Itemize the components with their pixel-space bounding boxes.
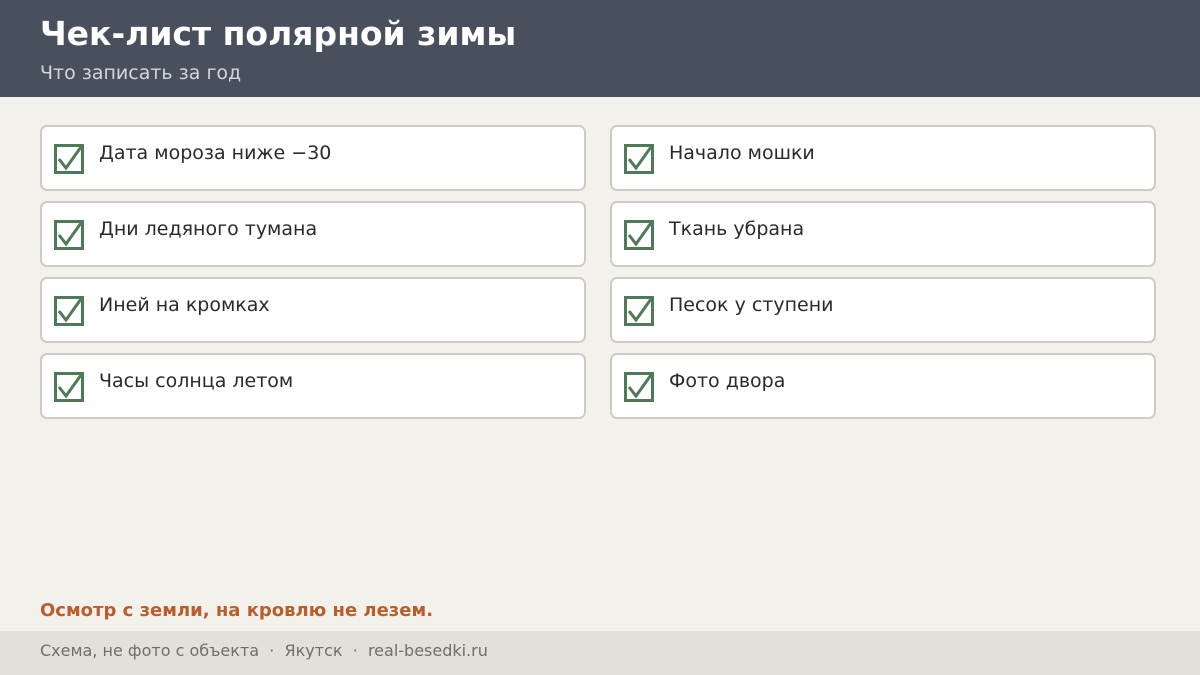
checkbox-checked-icon[interactable] (54, 372, 84, 402)
checkbox-checked-icon[interactable] (54, 220, 84, 250)
checklist-item: Фото двора (610, 353, 1156, 419)
safety-warning: Осмотр с земли, на кровлю не лезем. (40, 600, 434, 621)
checklist-item: Песок у ступени (610, 277, 1156, 343)
checkbox-checked-icon[interactable] (624, 296, 654, 326)
checklist-item-label: Дни ледяного тумана (99, 218, 318, 240)
header: Чек-лист полярной зимы Что записать за г… (0, 0, 1200, 97)
checklist-left-column: Дата мороза ниже −30 Дни ледяного тумана… (40, 125, 586, 429)
checklist-item-label: Иней на кромках (99, 294, 270, 316)
checklist-item: Иней на кромках (40, 277, 586, 343)
checklist-item: Дни ледяного тумана (40, 201, 586, 267)
checklist-item: Начало мошки (610, 125, 1156, 191)
footer-text: Схема, не фото с объекта · Якутск · real… (40, 641, 488, 660)
checklist-item: Ткань убрана (610, 201, 1156, 267)
checklist-item-label: Начало мошки (669, 142, 815, 164)
checklist-item-label: Дата мороза ниже −30 (99, 142, 332, 164)
checklist-item: Часы солнца летом (40, 353, 586, 419)
page-title: Чек-лист полярной зимы (40, 14, 517, 53)
checklist-item-label: Ткань убрана (669, 218, 805, 240)
footer: Схема, не фото с объекта · Якутск · real… (0, 631, 1200, 675)
checkbox-checked-icon[interactable] (54, 296, 84, 326)
checkbox-checked-icon[interactable] (624, 220, 654, 250)
checklist-item: Дата мороза ниже −30 (40, 125, 586, 191)
page-subtitle: Что записать за год (40, 62, 242, 84)
checkbox-checked-icon[interactable] (54, 144, 84, 174)
page: Чек-лист полярной зимы Что записать за г… (0, 0, 1200, 675)
checkbox-checked-icon[interactable] (624, 144, 654, 174)
checklist-item-label: Фото двора (669, 370, 786, 392)
checklist-right-column: Начало мошки Ткань убрана Песок у ступен… (610, 125, 1156, 429)
checkbox-checked-icon[interactable] (624, 372, 654, 402)
checklist-item-label: Часы солнца летом (99, 370, 294, 392)
checklist-item-label: Песок у ступени (669, 294, 834, 316)
